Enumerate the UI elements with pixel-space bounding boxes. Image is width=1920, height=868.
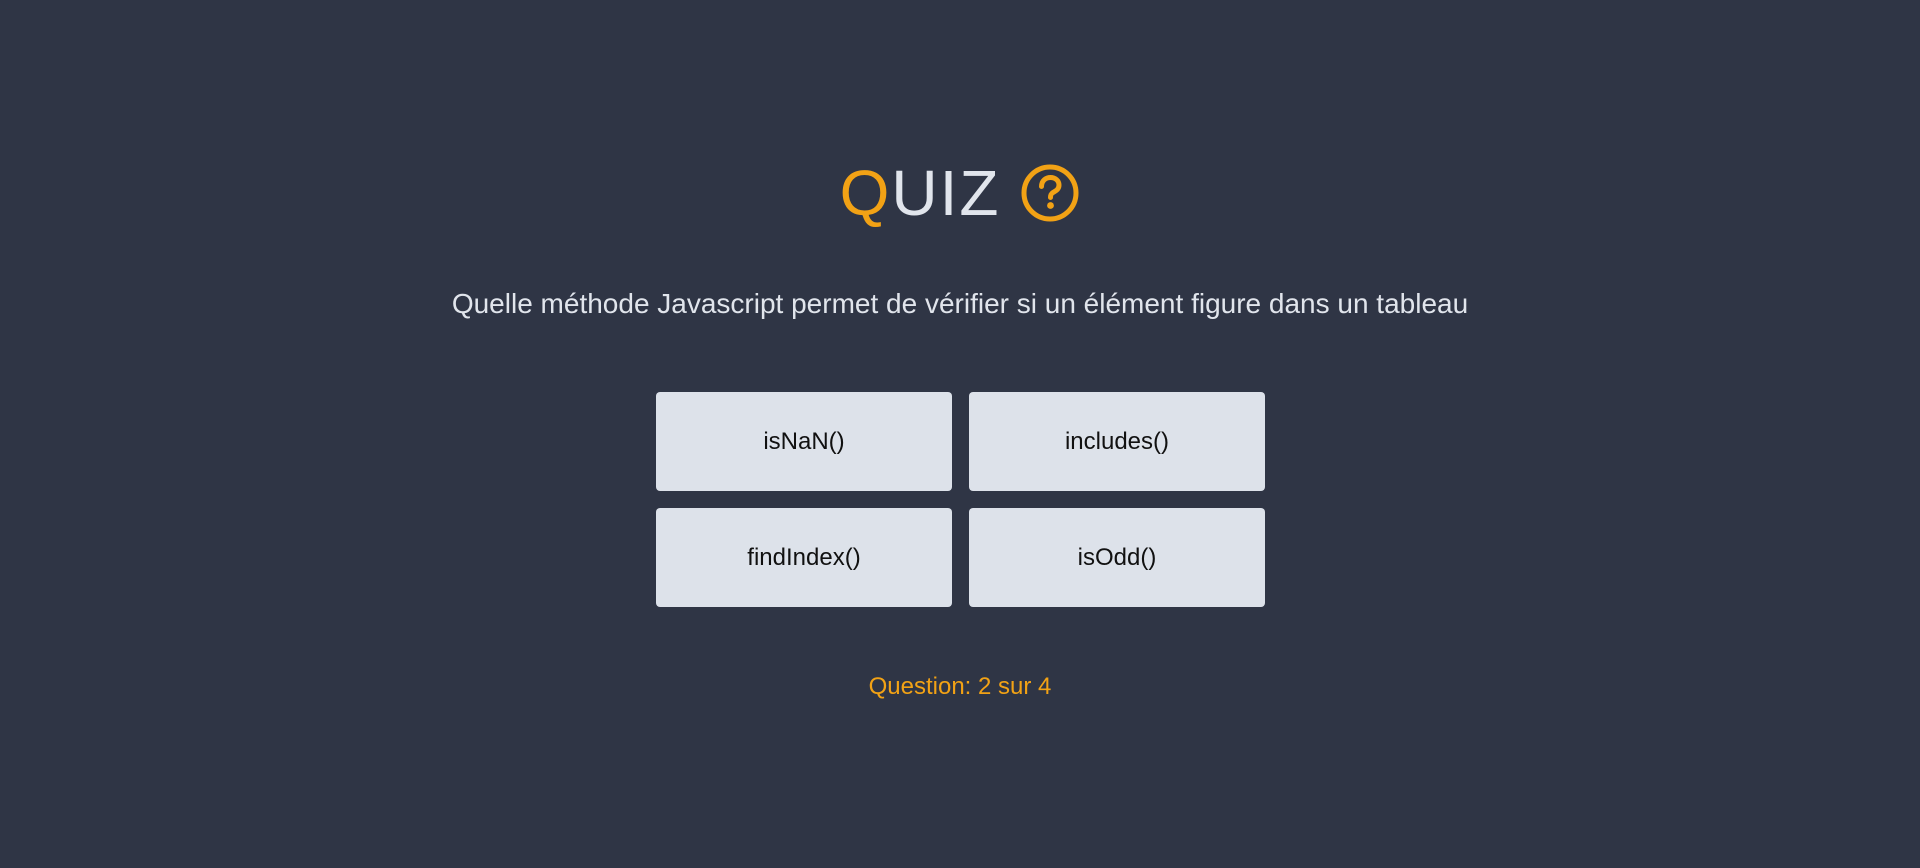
answer-button-isnan[interactable]: isNaN() — [656, 392, 952, 491]
question-text: Quelle méthode Javascript permet de véri… — [451, 288, 1469, 319]
quiz-container: Q UIZ Quelle méthode Javascript permet de… — [0, 0, 1920, 868]
question-circle-icon — [1020, 163, 1080, 223]
quiz-title-text: Q UIZ — [840, 156, 1001, 230]
title-accent-letter: Q — [839, 157, 892, 229]
answer-button-findindex[interactable]: findIndex() — [656, 508, 952, 607]
question-progress: Question: 2 sur 4 — [868, 673, 1052, 700]
title-rest: UIZ — [891, 157, 1001, 229]
answer-grid: isNaN() includes() findIndex() isOdd() — [656, 392, 1265, 607]
answer-button-isodd[interactable]: isOdd() — [969, 508, 1265, 607]
answer-button-includes[interactable]: includes() — [969, 392, 1265, 491]
quiz-title: Q UIZ — [0, 156, 1920, 230]
